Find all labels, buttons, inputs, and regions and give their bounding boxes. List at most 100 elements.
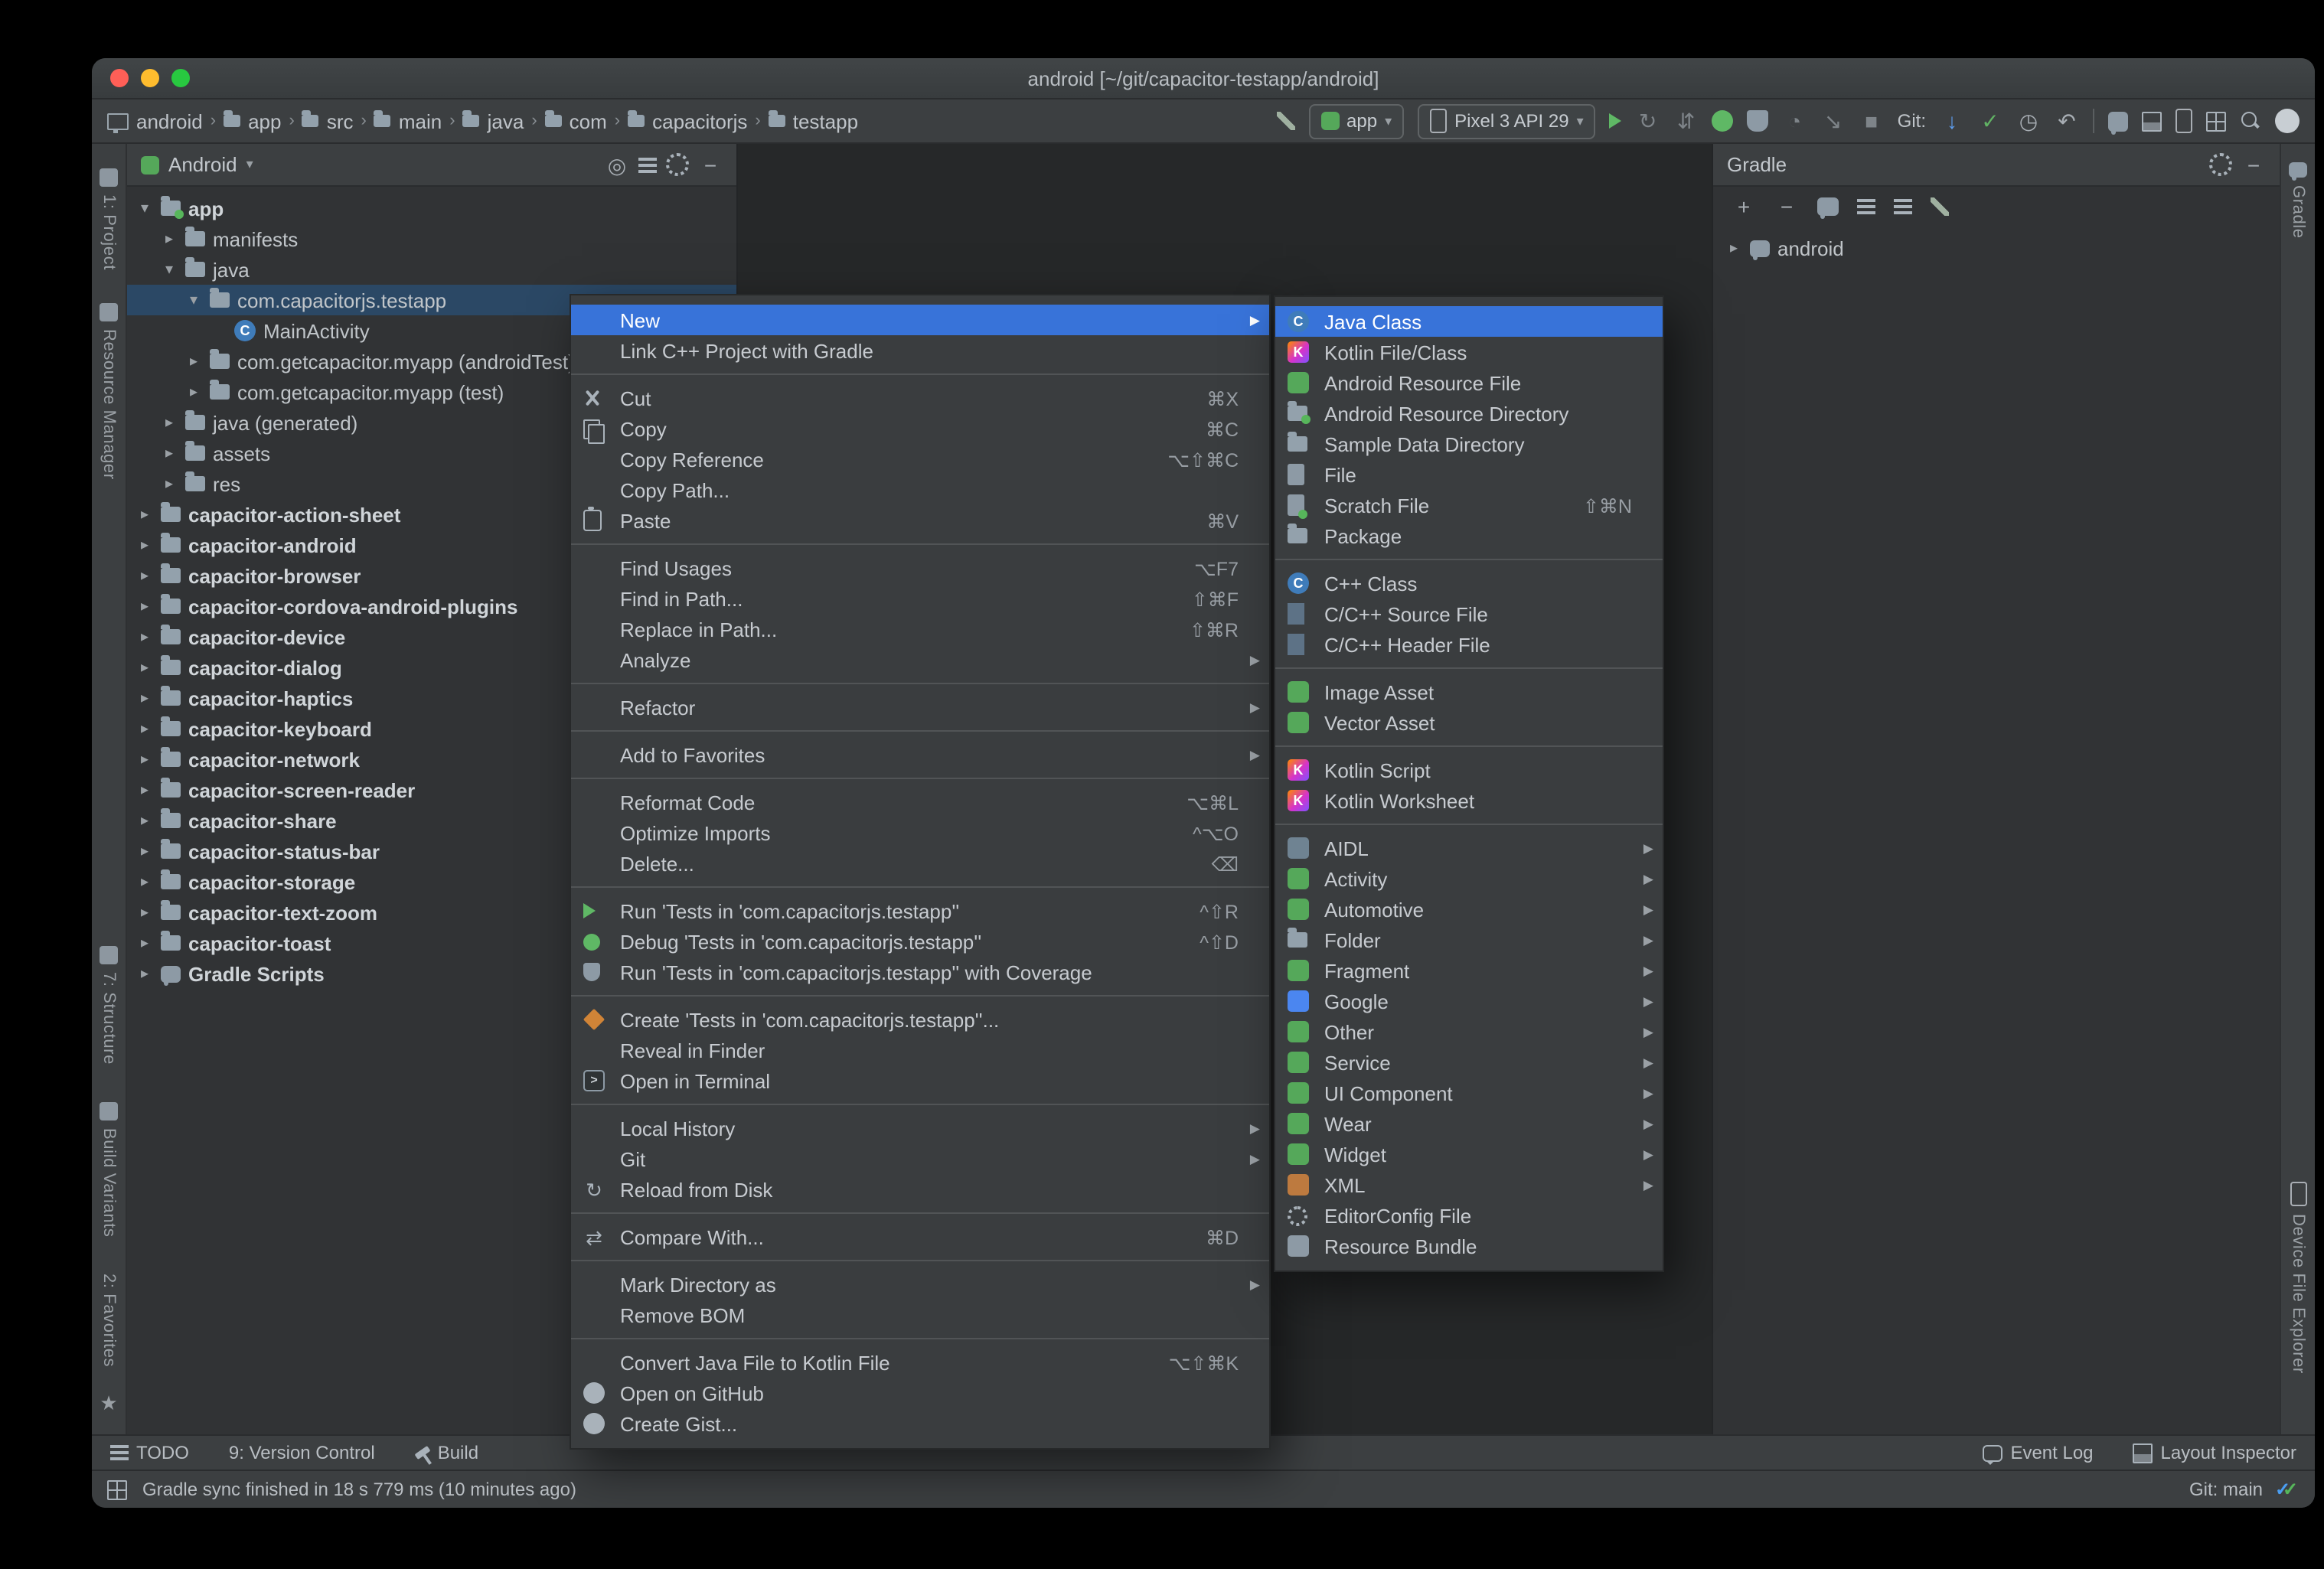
- breadcrumb-item-src[interactable]: src: [302, 109, 354, 132]
- submenu-item-cpp-source-file[interactable]: C/C++ Source File: [1275, 599, 1663, 629]
- menu-item-copy-reference[interactable]: Copy Reference ⌥⇧⌘C: [571, 444, 1269, 475]
- submenu-item-other[interactable]: Other ▶: [1275, 1016, 1663, 1047]
- menu-item-optimize-imports[interactable]: Optimize Imports ^⌥O: [571, 817, 1269, 848]
- expand-arrow-icon[interactable]: ▸: [136, 506, 153, 523]
- expand-arrow-icon[interactable]: ▸: [185, 353, 202, 370]
- menu-item-convert-java-to-kotlin[interactable]: Convert Java File to Kotlin File ⌥⇧⌘K: [571, 1347, 1269, 1378]
- toolwindow-button-build-variants[interactable]: Build Variants: [100, 1101, 118, 1237]
- expand-arrow-icon[interactable]: ▸: [136, 965, 153, 982]
- submenu-item-xml[interactable]: XML ▶: [1275, 1169, 1663, 1200]
- menu-item-cut[interactable]: Cut ⌘X: [571, 383, 1269, 413]
- expand-arrow-icon[interactable]: ▸: [136, 873, 153, 890]
- tree-item-java[interactable]: ▾ java: [127, 254, 736, 285]
- submenu-item-scratch-file[interactable]: Scratch File ⇧⌘N: [1275, 490, 1663, 520]
- expand-arrow-icon[interactable]: ▸: [1725, 240, 1742, 256]
- menu-item-delete[interactable]: Delete... ⌫: [571, 848, 1269, 879]
- expand-arrow-icon[interactable]: ▸: [136, 628, 153, 645]
- gradle-settings-icon[interactable]: [1931, 197, 1949, 216]
- git-update-icon[interactable]: ↓: [1940, 109, 1964, 133]
- device-selector[interactable]: Pixel 3 API 29 ▾: [1418, 103, 1596, 139]
- toolwindow-button-version-control[interactable]: 9: Version Control: [229, 1442, 375, 1463]
- submenu-item-resource-bundle[interactable]: Resource Bundle: [1275, 1231, 1663, 1261]
- expand-arrow-icon[interactable]: ▾: [136, 200, 153, 217]
- menu-item-paste[interactable]: Paste ⌘V: [571, 505, 1269, 536]
- git-branch-widget[interactable]: Git: main: [2189, 1479, 2263, 1500]
- submenu-item-android-resource-directory[interactable]: Android Resource Directory: [1275, 398, 1663, 429]
- menu-item-git[interactable]: Git ▶: [571, 1143, 1269, 1174]
- submenu-item-cpp-class[interactable]: C C++ Class: [1275, 568, 1663, 599]
- expand-arrow-icon[interactable]: ▸: [136, 659, 153, 676]
- zoom-window-button[interactable]: [171, 69, 190, 87]
- submenu-item-widget[interactable]: Widget ▶: [1275, 1139, 1663, 1169]
- menu-item-create-gist[interactable]: Create Gist...: [571, 1408, 1269, 1439]
- submenu-item-android-resource-file[interactable]: Android Resource File: [1275, 367, 1663, 398]
- avatar[interactable]: [2275, 109, 2300, 133]
- toolwindow-button-favorites[interactable]: 2: Favorites: [100, 1274, 118, 1367]
- menu-item-analyze[interactable]: Analyze ▶: [571, 644, 1269, 675]
- expand-arrow-icon[interactable]: ▸: [161, 475, 178, 492]
- menu-item-reload-from-disk[interactable]: ↻ Reload from Disk: [571, 1174, 1269, 1205]
- submenu-item-sample-data-directory[interactable]: Sample Data Directory: [1275, 429, 1663, 459]
- menu-item-debug-tests[interactable]: Debug 'Tests in 'com.capacitorjs.testapp…: [571, 926, 1269, 957]
- submenu-item-automotive[interactable]: Automotive ▶: [1275, 894, 1663, 925]
- collapse-all-icon[interactable]: [1894, 199, 1912, 214]
- gradle-tree-item-android[interactable]: ▸ android: [1713, 233, 2280, 263]
- hide-panel-icon[interactable]: −: [2241, 152, 2266, 177]
- submenu-item-service[interactable]: Service ▶: [1275, 1047, 1663, 1078]
- tree-item-manifests[interactable]: ▸ manifests: [127, 223, 736, 254]
- submenu-item-package[interactable]: Package: [1275, 520, 1663, 551]
- toolwindow-button-todo[interactable]: TODO: [110, 1442, 189, 1463]
- submenu-item-activity[interactable]: Activity ▶: [1275, 863, 1663, 894]
- menu-item-copy[interactable]: Copy ⌘C: [571, 413, 1269, 444]
- attach-debugger-icon[interactable]: ↘: [1821, 109, 1846, 133]
- submenu-item-editorconfig-file[interactable]: EditorConfig File: [1275, 1200, 1663, 1231]
- remove-gradle-project-icon[interactable]: −: [1774, 194, 1799, 219]
- toolwindow-button-project[interactable]: 1: Project: [100, 168, 118, 270]
- profiler-button[interactable]: ◔: [1783, 109, 1807, 133]
- toolwindow-button-resource-manager[interactable]: Resource Manager: [100, 303, 118, 481]
- submenu-item-wear[interactable]: Wear ▶: [1275, 1108, 1663, 1139]
- expand-arrow-icon[interactable]: ▸: [136, 843, 153, 860]
- submenu-item-fragment[interactable]: Fragment ▶: [1275, 955, 1663, 986]
- menu-item-refactor[interactable]: Refactor ▶: [571, 692, 1269, 723]
- expand-arrow-icon[interactable]: ▸: [136, 690, 153, 706]
- apply-changes-icon[interactable]: ↻: [1636, 109, 1660, 133]
- breadcrumb-item-testapp[interactable]: testapp: [768, 109, 858, 132]
- menu-item-find-usages[interactable]: Find Usages ⌥F7: [571, 553, 1269, 583]
- gradle-sync-icon[interactable]: [2108, 111, 2128, 134]
- breadcrumb-item-main[interactable]: main: [374, 109, 442, 132]
- submenu-item-ui-component[interactable]: UI Component ▶: [1275, 1078, 1663, 1108]
- submenu-item-kotlin-file-class[interactable]: K Kotlin File/Class: [1275, 337, 1663, 367]
- run-button[interactable]: [1609, 113, 1622, 129]
- menu-item-reformat-code[interactable]: Reformat Code ⌥⌘L: [571, 787, 1269, 817]
- add-gradle-project-icon[interactable]: +: [1732, 194, 1756, 219]
- gear-icon[interactable]: [2209, 153, 2232, 176]
- expand-arrow-icon[interactable]: ▸: [185, 383, 202, 400]
- favorites-star-icon[interactable]: ★: [100, 1391, 117, 1416]
- minimize-window-button[interactable]: [141, 69, 159, 87]
- menu-item-local-history[interactable]: Local History ▶: [571, 1113, 1269, 1143]
- toolwindow-button-event-log[interactable]: Event Log: [1983, 1442, 2094, 1464]
- locate-file-icon[interactable]: ◎: [605, 152, 629, 177]
- chevron-down-icon[interactable]: ▾: [246, 156, 253, 173]
- menu-item-copy-path[interactable]: Copy Path...: [571, 475, 1269, 505]
- breadcrumb-item-java[interactable]: java: [462, 109, 524, 132]
- submenu-item-kotlin-worksheet[interactable]: K Kotlin Worksheet: [1275, 785, 1663, 816]
- submenu-item-aidl[interactable]: AIDL ▶: [1275, 833, 1663, 863]
- expand-arrow-icon[interactable]: ▸: [136, 598, 153, 615]
- submenu-item-google[interactable]: Google ▶: [1275, 986, 1663, 1016]
- breadcrumb-item-android[interactable]: android: [107, 109, 203, 132]
- menu-item-compare-with[interactable]: ⇄ Compare With... ⌘D: [571, 1222, 1269, 1252]
- sdk-manager-icon[interactable]: [2206, 111, 2226, 131]
- menu-item-add-to-favorites[interactable]: Add to Favorites ▶: [571, 739, 1269, 770]
- menu-item-open-on-github[interactable]: Open on GitHub: [571, 1378, 1269, 1408]
- submenu-item-image-asset[interactable]: Image Asset: [1275, 677, 1663, 707]
- rollback-icon[interactable]: ↶: [2055, 109, 2079, 133]
- expand-arrow-icon[interactable]: ▾: [185, 292, 202, 308]
- run-config-selector[interactable]: app ▾: [1308, 103, 1405, 139]
- toolwindow-button-structure[interactable]: 7: Structure: [100, 946, 118, 1065]
- menu-item-link-cpp-project[interactable]: Link C++ Project with Gradle: [571, 335, 1269, 366]
- breadcrumb-item-app[interactable]: app: [224, 109, 282, 132]
- stop-button[interactable]: ■: [1859, 109, 1884, 133]
- debug-button[interactable]: [1712, 110, 1734, 132]
